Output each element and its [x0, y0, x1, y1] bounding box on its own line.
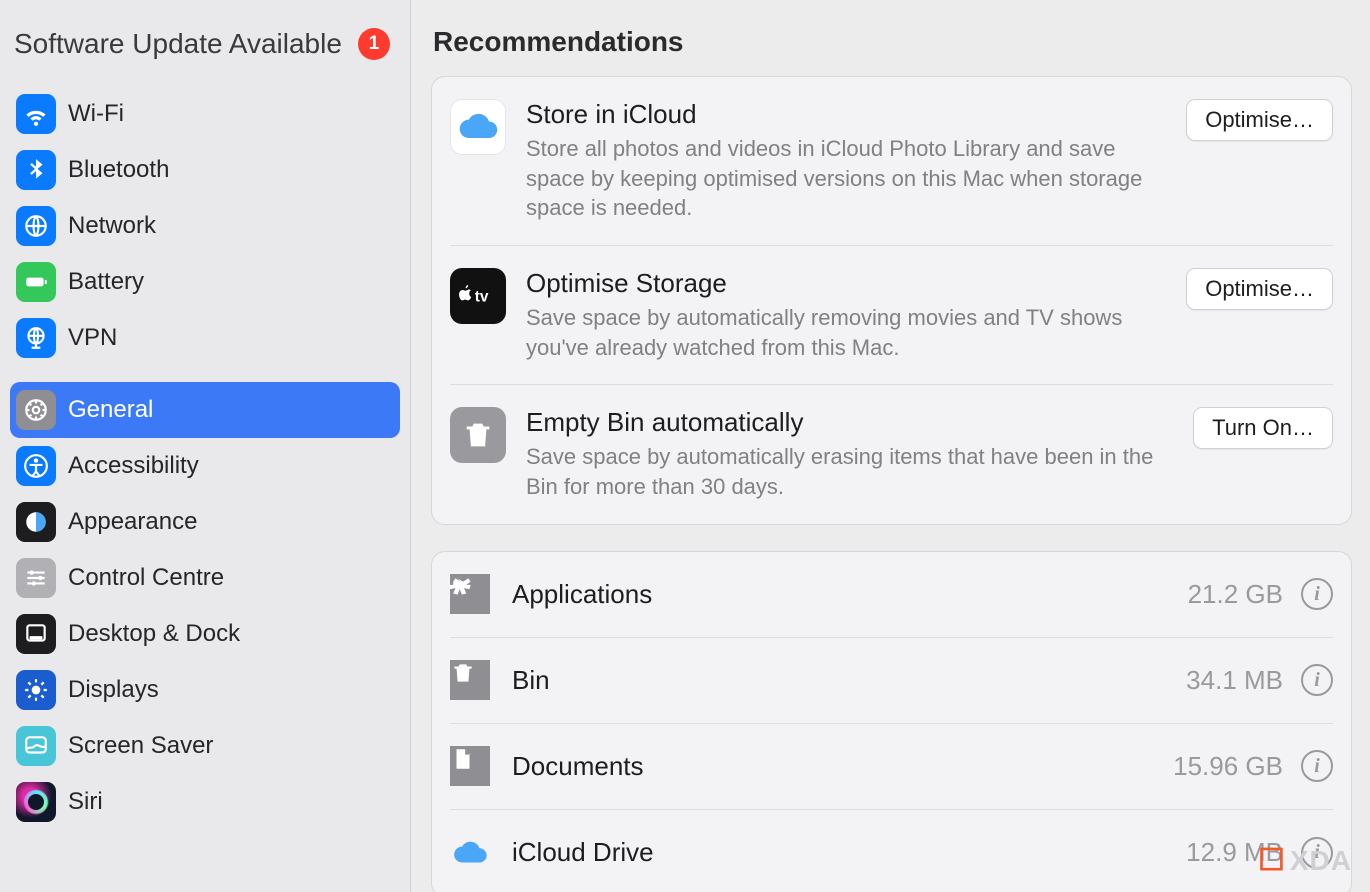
info-button-bin[interactable]: i [1301, 664, 1333, 696]
optimise-storage-button[interactable]: Optimise… [1186, 268, 1333, 310]
sidebar-item-label: Siri [68, 788, 103, 816]
sidebar-item-bluetooth[interactable]: Bluetooth [10, 142, 400, 198]
storage-row-applications: Applications 21.2 GB i [450, 552, 1333, 638]
access-icon [16, 446, 56, 486]
trash-icon [450, 407, 506, 463]
appearance-icon [16, 502, 56, 542]
sidebar-item-label: Desktop & Dock [68, 620, 240, 648]
recommendation-title: Empty Bin automatically [526, 407, 1177, 438]
recommendation-description: Store all photos and videos in iCloud Ph… [526, 134, 1170, 223]
sidebar-item-label: Screen Saver [68, 732, 213, 760]
sun-icon [16, 670, 56, 710]
trash-icon [450, 660, 490, 700]
recommendations-panel: Store in iCloud Store all photos and vid… [431, 76, 1352, 525]
software-update-title: Software Update Available [14, 28, 342, 60]
recommendation-body: Optimise Storage Save space by automatic… [526, 268, 1186, 362]
info-button-documents[interactable]: i [1301, 750, 1333, 782]
recommendation-body: Store in iCloud Store all photos and vid… [526, 99, 1186, 223]
globe-icon [16, 206, 56, 246]
sidebar-item-label: Displays [68, 676, 159, 704]
storage-size: 15.96 GB [1173, 751, 1283, 782]
cloud-icon [450, 833, 490, 873]
sidebar-item-label: Accessibility [68, 452, 199, 480]
doc-icon [450, 746, 490, 786]
sidebar-item-label: General [68, 396, 153, 424]
wifi-icon [16, 94, 56, 134]
sidebar-item-general[interactable]: General [10, 382, 400, 438]
update-badge: 1 [358, 28, 390, 60]
store-in-icloud-button[interactable]: Optimise… [1186, 99, 1333, 141]
sidebar-item-label: Wi-Fi [68, 100, 124, 128]
sidebar-item-label: Bluetooth [68, 156, 169, 184]
sidebar-item-vpn[interactable]: VPN [10, 310, 400, 366]
recommendation-description: Save space by automatically removing mov… [526, 303, 1170, 362]
sidebar-item-label: VPN [68, 324, 117, 352]
dock-icon [16, 614, 56, 654]
sidebar-group-system: General Accessibility Appearance Control… [0, 382, 410, 846]
sidebar-item-screen-saver[interactable]: Screen Saver [10, 718, 400, 774]
storage-label: Bin [512, 665, 1186, 696]
recommendations-heading: Recommendations [433, 26, 1352, 58]
sidebar-item-battery[interactable]: Battery [10, 254, 400, 310]
apps-icon [450, 574, 490, 614]
sidebar: Software Update Available 1 Wi-Fi Blueto… [0, 0, 411, 892]
globe-vpn-icon [16, 318, 56, 358]
sidebar-item-siri[interactable]: Siri [10, 774, 400, 830]
storage-row-documents: Documents 15.96 GB i [450, 724, 1333, 810]
sidebar-item-label: Battery [68, 268, 144, 296]
empty-bin-automatically-button[interactable]: Turn On… [1193, 407, 1333, 449]
sidebar-group-network: Wi-Fi Bluetooth Network Battery VPN [0, 86, 410, 382]
storage-size: 21.2 GB [1188, 579, 1283, 610]
gear-icon [16, 390, 56, 430]
appletv-icon [450, 268, 506, 324]
battery-icon [16, 262, 56, 302]
sidebar-item-accessibility[interactable]: Accessibility [10, 438, 400, 494]
recommendation-store-in-icloud: Store in iCloud Store all photos and vid… [450, 77, 1333, 246]
storage-panel: Applications 21.2 GB i Bin 34.1 MB i Doc… [431, 551, 1352, 892]
recommendation-optimise-storage: Optimise Storage Save space by automatic… [450, 246, 1333, 385]
sidebar-item-label: Network [68, 212, 156, 240]
recommendation-title: Store in iCloud [526, 99, 1170, 130]
screensaver-icon [16, 726, 56, 766]
storage-label: Documents [512, 751, 1173, 782]
sliders-icon [16, 558, 56, 598]
sidebar-item-desktop-dock[interactable]: Desktop & Dock [10, 606, 400, 662]
sidebar-item-label: Appearance [68, 508, 197, 536]
sidebar-item-network[interactable]: Network [10, 198, 400, 254]
main-content: Recommendations Store in iCloud Store al… [411, 0, 1370, 892]
recommendation-empty-bin-automatically: Empty Bin automatically Save space by au… [450, 385, 1333, 523]
sidebar-item-label: Control Centre [68, 564, 224, 592]
sidebar-item-wifi[interactable]: Wi-Fi [10, 86, 400, 142]
software-update-row[interactable]: Software Update Available 1 [0, 10, 410, 86]
trash-icon [450, 660, 490, 700]
storage-size: 34.1 MB [1186, 665, 1283, 696]
bluetooth-icon [16, 150, 56, 190]
recommendation-body: Empty Bin automatically Save space by au… [526, 407, 1193, 501]
doc-icon [450, 746, 490, 786]
sidebar-item-displays[interactable]: Displays [10, 662, 400, 718]
cloud-icon [450, 99, 506, 155]
siri-icon [16, 782, 56, 822]
storage-label: Applications [512, 579, 1188, 610]
sidebar-item-control-centre[interactable]: Control Centre [10, 550, 400, 606]
recommendation-title: Optimise Storage [526, 268, 1170, 299]
apps-icon [450, 574, 490, 614]
storage-row-icloud-drive: iCloud Drive 12.9 MB i [450, 810, 1333, 892]
sidebar-item-appearance[interactable]: Appearance [10, 494, 400, 550]
watermark: ☐XDA [1258, 843, 1352, 878]
storage-label: iCloud Drive [512, 837, 1186, 868]
info-button-applications[interactable]: i [1301, 578, 1333, 610]
storage-row-bin: Bin 34.1 MB i [450, 638, 1333, 724]
recommendation-description: Save space by automatically erasing item… [526, 442, 1177, 501]
